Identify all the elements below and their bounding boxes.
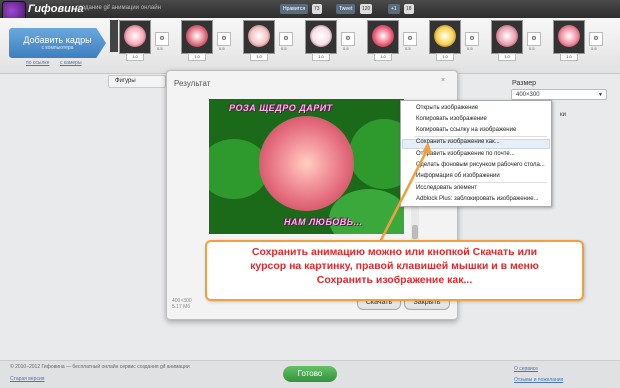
plusone-button[interactable]: +1 — [388, 4, 400, 14]
frame-settings-icon[interactable]: ⚙ — [217, 32, 231, 46]
shapes-tab[interactable]: Фигуры — [108, 75, 166, 88]
rose-thumbnail — [310, 25, 332, 47]
done-button[interactable]: Готово — [283, 366, 337, 382]
rose-thumbnail — [372, 25, 394, 47]
frame-settings-icon[interactable]: ⚙ — [465, 32, 479, 46]
dialog-title: Результат — [174, 79, 211, 88]
frame-duration[interactable]: 1.0 — [312, 53, 330, 61]
add-frames-label: Добавить кадры — [23, 35, 92, 45]
frame-duration[interactable]: 1.0 — [126, 53, 144, 61]
frame-thumbnail[interactable] — [429, 20, 461, 54]
feedback-link[interactable]: Отзывы и пожелания — [514, 377, 563, 383]
frame-thumbnail[interactable] — [367, 20, 399, 54]
frame-ctrl-value: 0.5 — [467, 46, 473, 51]
size-label: Размер — [512, 80, 537, 87]
rose-thumbnail — [434, 25, 456, 47]
by-link-link[interactable]: по ссылке — [26, 60, 49, 66]
ctx-open-image[interactable]: Открыть изображение — [416, 105, 478, 111]
frame-duration[interactable]: 1.0 — [374, 53, 392, 61]
frame-divider — [110, 20, 118, 52]
size-select[interactable]: 400×300 ▼ — [511, 89, 607, 100]
frame-duration[interactable]: 1.0 — [436, 53, 454, 61]
rose-thumbnail — [186, 25, 208, 47]
frame-duration[interactable]: 1.0 — [498, 53, 516, 61]
frame-settings-icon[interactable]: ⚙ — [527, 32, 541, 46]
old-version-link[interactable]: Старая версия — [10, 376, 44, 382]
tweet-button[interactable]: Tweet — [336, 4, 356, 14]
from-camera-link[interactable]: с камеры — [60, 60, 82, 66]
frame-thumbnail[interactable] — [553, 20, 585, 54]
frame-duration[interactable]: 1.0 — [188, 53, 206, 61]
ctx-copy-image[interactable]: Копировать изображение — [416, 116, 487, 122]
frame-thumbnail[interactable] — [243, 20, 275, 54]
close-icon[interactable]: × — [441, 77, 445, 84]
frame-settings-icon[interactable]: ⚙ — [341, 32, 355, 46]
tweet-count: 120 — [360, 4, 373, 14]
frame-ctrl-value: 0.5 — [219, 46, 225, 51]
add-frames-button[interactable]: Добавить кадры с компьютера — [9, 28, 106, 58]
image-bottom-text: НАМ ЛЮБОВЬ... — [284, 217, 363, 227]
plusone-count: 18 — [404, 4, 414, 14]
like-button[interactable]: Нравится — [280, 4, 309, 14]
shapes-tab-label: Фигуры — [115, 78, 136, 84]
frame-thumbnail[interactable] — [181, 20, 213, 54]
size-select-value: 400×300 — [516, 92, 540, 98]
frame-ctrl-value: 0.5 — [157, 46, 163, 51]
frame-ctrl-value: 0.5 — [529, 46, 535, 51]
chevron-down-icon: ▼ — [598, 92, 603, 98]
rose-image — [259, 116, 354, 211]
callout-text: Сохранить анимацию можно или кнопкой Ска… — [250, 246, 539, 286]
about-link[interactable]: О сервисе — [514, 366, 538, 372]
frame-ctrl-value: 0.5 — [281, 46, 287, 51]
rose-thumbnail — [124, 25, 146, 47]
ctx-copy-link[interactable]: Копировать ссылку на изображение — [416, 127, 516, 133]
frame-ctrl-value: 0.5 — [343, 46, 349, 51]
frame-thumbnail[interactable] — [305, 20, 337, 54]
add-frames-sub: с компьютера — [41, 45, 74, 51]
image-top-text: РОЗА ЩЕДРО ДАРИТ — [229, 103, 333, 113]
frame-duration[interactable]: 1.0 — [250, 53, 268, 61]
arrow-icon — [378, 142, 432, 243]
tagline: создание gif анимации онлайн — [76, 5, 161, 11]
frame-ctrl-value: 0.5 — [405, 46, 411, 51]
frame-settings-icon[interactable]: ⚙ — [403, 32, 417, 46]
image-size: 400×300 5.17 Мб — [172, 298, 192, 310]
frame-thumbnail[interactable] — [491, 20, 523, 54]
ctx-divider — [415, 136, 547, 137]
copyright: © 2010–2012 Гифовина — бесплатный онлайн… — [10, 364, 190, 370]
rose-thumbnail — [248, 25, 270, 47]
frame-ctrl-value: 0.5 — [591, 46, 597, 51]
frame-duration[interactable]: 1.0 — [560, 53, 578, 61]
frame-settings-icon[interactable]: ⚙ — [155, 32, 169, 46]
frame-settings-icon[interactable]: ⚙ — [589, 32, 603, 46]
rose-thumbnail — [558, 25, 580, 47]
frame-thumbnail[interactable] — [119, 20, 151, 54]
side-label: ки — [560, 112, 566, 118]
frame-settings-icon[interactable]: ⚙ — [279, 32, 293, 46]
like-count: 73 — [312, 4, 322, 14]
rose-thumbnail — [496, 25, 518, 47]
